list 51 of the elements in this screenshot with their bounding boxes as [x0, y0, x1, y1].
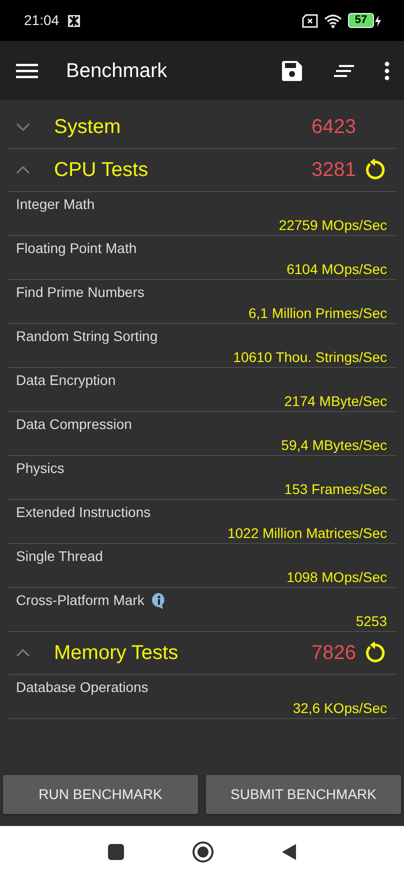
test-result: 1022 Million Matrices/Sec [227, 524, 387, 543]
test-name: Cross-Platform Mark [16, 591, 144, 610]
app-title: Benchmark [66, 58, 168, 84]
chevron-up-icon [16, 649, 30, 657]
test-result: 22759 MOps/Sec [278, 216, 387, 235]
chevron-down-icon [16, 123, 30, 131]
square-icon[interactable] [108, 844, 124, 860]
test-name: Data Compression [16, 415, 132, 434]
refresh-icon[interactable] [364, 642, 386, 664]
wifi-icon [324, 14, 342, 28]
test-result: 6,1 Million Primes/Sec [248, 304, 387, 323]
home-icon[interactable] [192, 840, 214, 862]
section-header[interactable]: CPU Tests 3281 [8, 149, 396, 192]
test-name: Single Thread [16, 547, 103, 566]
test-result: 6104 MOps/Sec [286, 260, 387, 279]
section-score: 6423 [312, 115, 356, 140]
save-icon[interactable] [282, 60, 302, 80]
back-icon[interactable] [282, 844, 296, 860]
test-result: 59,4 MBytes/Sec [281, 436, 387, 455]
test-result: 32,6 KOps/Sec [292, 699, 387, 718]
battery-icon: 57 [348, 13, 374, 28]
section-title: Memory Tests [54, 641, 178, 666]
test-name: Physics [16, 459, 64, 478]
test-name: Find Prime Numbers [16, 283, 144, 302]
section-score: 7826 [312, 641, 356, 666]
test-name: Integer Math [16, 195, 95, 214]
test-result: 10610 Thou. Strings/Sec [233, 348, 387, 367]
status-time: 21:04 [24, 11, 60, 30]
sim-icon [302, 14, 318, 28]
sort-icon[interactable] [334, 64, 354, 78]
section-header[interactable]: System 6423 [8, 106, 396, 149]
submit-button[interactable]: SUBMIT BENCHMARK [206, 775, 401, 814]
test-name: Database Operations [16, 678, 148, 697]
test-name: Extended Instructions [16, 503, 151, 522]
test-result: 1098 MOps/Sec [286, 568, 387, 587]
section-score: 3281 [312, 158, 356, 183]
test-result: 153 Frames/Sec [284, 480, 387, 499]
section-title: System [54, 115, 121, 140]
test-name: Floating Point Math [16, 239, 137, 258]
notification-icon [67, 14, 82, 28]
test-name: Random String Sorting [16, 327, 158, 346]
test-name: Data Encryption [16, 371, 116, 390]
test-result: 5253 [356, 612, 387, 631]
refresh-icon[interactable] [364, 159, 386, 181]
chevron-up-icon [16, 166, 30, 174]
section-title: CPU Tests [54, 158, 148, 183]
section-header[interactable]: Memory Tests 7826 [8, 632, 396, 675]
menu-icon[interactable] [16, 62, 38, 78]
run-button[interactable]: RUN BENCHMARK [3, 775, 198, 814]
more-icon[interactable] [384, 60, 390, 80]
test-result: 2174 MByte/Sec [284, 392, 387, 411]
